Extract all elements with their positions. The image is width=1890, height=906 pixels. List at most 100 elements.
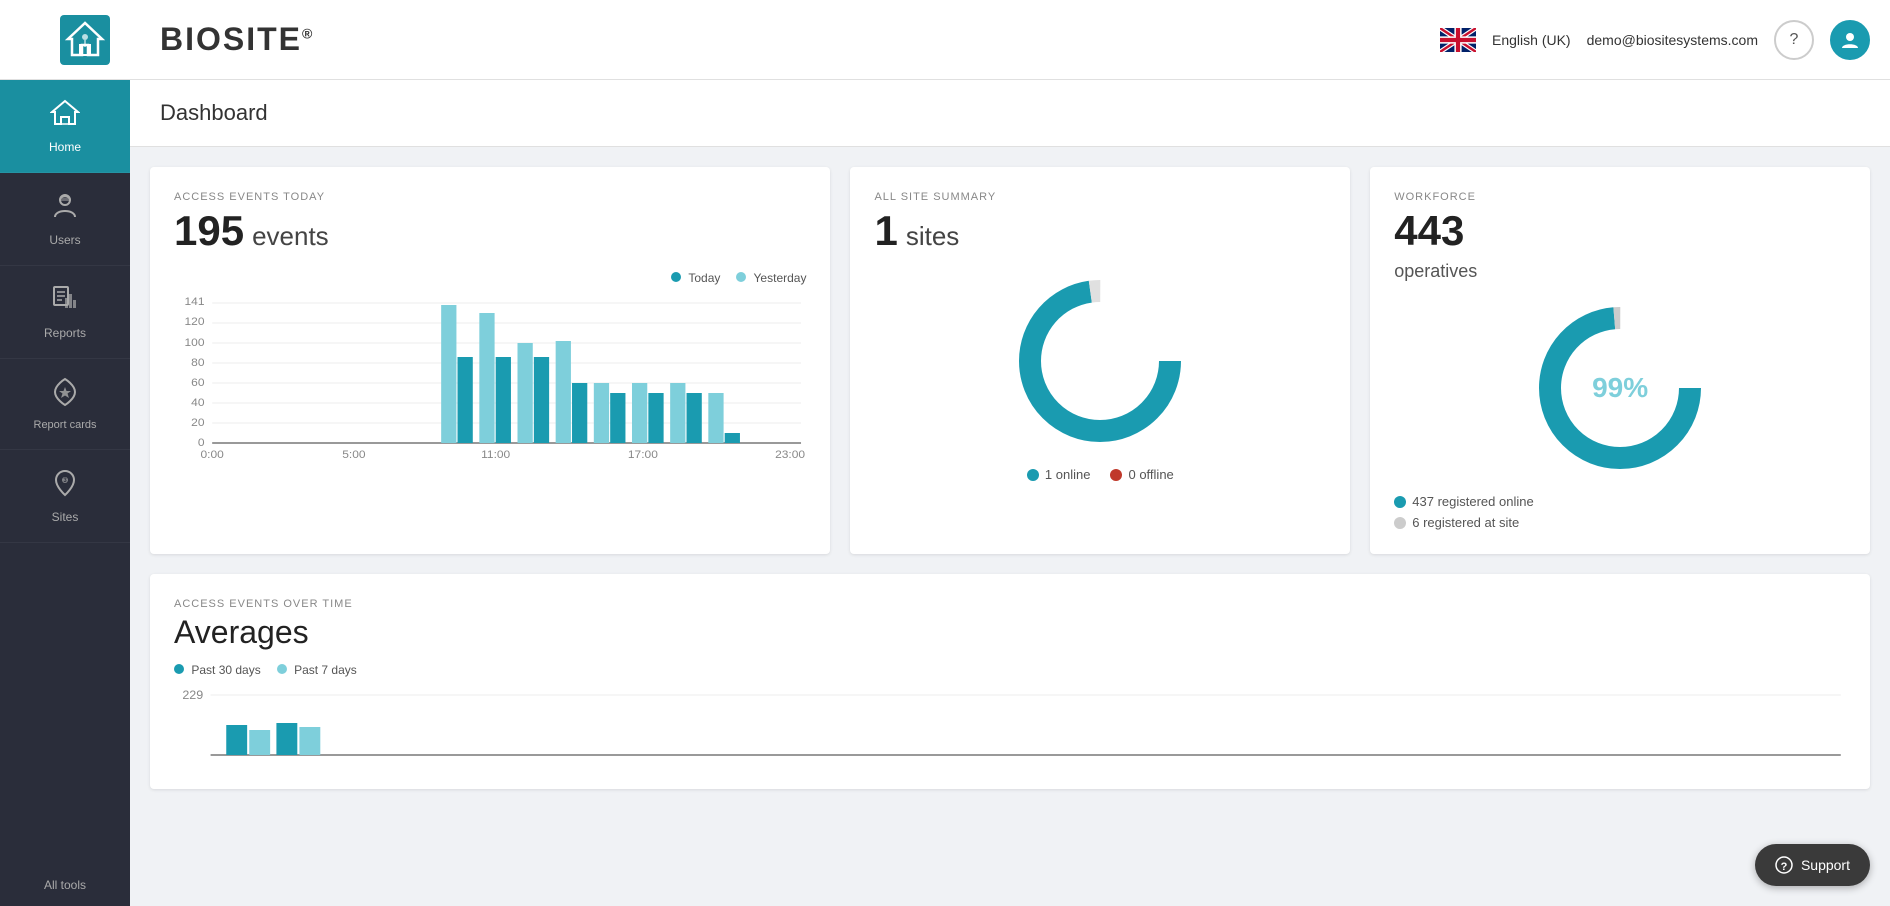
sidebar: Home Users <box>0 80 130 906</box>
all-site-summary-card: ALL SITE SUMMARY 1 sites <box>850 167 1350 554</box>
sidebar-all-tools[interactable]: All tools <box>0 864 130 906</box>
svg-text:100: 100 <box>185 337 205 348</box>
home-header-icon <box>60 15 110 65</box>
sites-offline-legend: 0 offline <box>1110 467 1173 482</box>
averages-title: Averages <box>174 614 1846 651</box>
averages-subtitle: ACCESS EVENTS OVER TIME <box>174 598 1846 610</box>
sidebar-reports-label: Reports <box>44 326 86 340</box>
registered-online-legend: 437 registered online <box>1394 494 1846 509</box>
sidebar-report-cards-label: Report cards <box>34 419 97 431</box>
workforce-donut-container: 99% 437 registered online <box>1394 298 1846 530</box>
svg-text:17:00: 17:00 <box>628 449 658 460</box>
logo: BIOSITE® <box>160 21 314 58</box>
sites-donut-svg <box>1010 271 1190 451</box>
help-button[interactable]: ? <box>1774 20 1814 60</box>
averages-card: ACCESS EVENTS OVER TIME Averages Past 30… <box>150 574 1870 789</box>
avg-legend-30: Past 30 days <box>174 663 261 677</box>
bar-chart-svg: 141 120 100 80 60 40 20 0 <box>174 293 806 463</box>
registered-at-site-text: 6 registered at site <box>1412 515 1519 530</box>
dashboard-grid: ACCESS EVENTS TODAY 195 events Today Yes… <box>130 147 1890 809</box>
svg-text:?: ? <box>1781 861 1788 873</box>
registered-online-text: 437 registered online <box>1412 494 1533 509</box>
sites-donut-container: 1 online 0 offline <box>874 271 1326 482</box>
workforce-donut: 99% <box>1530 298 1710 478</box>
sidebar-users-label: Users <box>49 233 80 247</box>
header-right: English (UK) demo@biositesystems.com ? <box>1440 20 1870 60</box>
svg-text:0: 0 <box>198 437 205 448</box>
svg-text:20: 20 <box>191 417 204 428</box>
svg-text:60: 60 <box>191 377 204 388</box>
workforce-percentage: 99% <box>1592 372 1648 404</box>
access-events-card: ACCESS EVENTS TODAY 195 events Today Yes… <box>150 167 830 554</box>
sites-donut-legend: 1 online 0 offline <box>1027 467 1174 482</box>
header: BIOSITE® English (UK) demo@biositesystem… <box>0 0 1890 80</box>
support-icon: ? <box>1775 856 1793 874</box>
registered-online-dot <box>1394 496 1406 508</box>
sidebar-item-report-cards[interactable]: Report cards <box>0 359 130 450</box>
report-cards-icon <box>50 377 80 411</box>
workforce-title: 443 <box>1394 207 1846 255</box>
workforce-count: 443 <box>1394 207 1464 255</box>
sites-online-count: 1 online <box>1045 467 1091 482</box>
sidebar-sites-label: Sites <box>52 510 79 524</box>
workforce-subtitle: WORKFORCE <box>1394 191 1846 203</box>
workforce-card: WORKFORCE 443 operatives <box>1370 167 1870 554</box>
svg-text:141: 141 <box>185 296 205 307</box>
user-email: demo@biositesystems.com <box>1587 32 1758 48</box>
sites-online-legend: 1 online <box>1027 467 1091 482</box>
cards-row-top: ACCESS EVENTS TODAY 195 events Today Yes… <box>150 167 1870 554</box>
workforce-legend: 437 registered online 6 registered at si… <box>1394 494 1846 530</box>
main-content: Dashboard ACCESS EVENTS TODAY 195 events… <box>130 80 1890 906</box>
bar-chart: 141 120 100 80 60 40 20 0 <box>174 293 806 493</box>
all-site-title: 1 sites <box>874 207 1326 255</box>
avg-legend-7: Past 7 days <box>277 663 357 677</box>
uk-flag-icon <box>1440 28 1476 52</box>
sidebar-item-users[interactable]: Users <box>0 173 130 266</box>
registered-at-site-dot <box>1394 517 1406 529</box>
access-events-subtitle: ACCESS EVENTS TODAY <box>174 191 806 203</box>
averages-chart-svg: 229 <box>174 685 1846 765</box>
sidebar-item-reports[interactable]: Reports <box>0 266 130 359</box>
svg-text:120: 120 <box>185 316 205 327</box>
users-svg-icon <box>50 191 80 221</box>
user-account-button[interactable] <box>1830 20 1870 60</box>
page-title: Dashboard <box>130 80 1890 147</box>
sites-donut <box>1010 271 1190 451</box>
home-icon <box>50 98 80 132</box>
support-label: Support <box>1801 857 1850 873</box>
chart-legend: Today Yesterday <box>174 271 806 285</box>
svg-text:5:00: 5:00 <box>342 449 365 460</box>
support-button[interactable]: ? Support <box>1755 844 1870 886</box>
svg-text:229: 229 <box>182 688 203 702</box>
legend-today: Today <box>671 271 720 285</box>
averages-chart: 229 <box>174 685 1846 765</box>
svg-text:0:00: 0:00 <box>200 449 223 460</box>
registered-at-site-legend: 6 registered at site <box>1394 515 1846 530</box>
sites-svg-icon: 3 <box>50 468 80 498</box>
avg-30-dot <box>174 664 184 674</box>
sites-count: 1 <box>874 207 897 255</box>
access-events-count: 195 <box>174 207 244 255</box>
user-icon <box>1841 31 1859 49</box>
sidebar-home-label: Home <box>49 140 81 154</box>
sites-offline-count: 0 offline <box>1128 467 1173 482</box>
workforce-label: operatives <box>1394 261 1846 282</box>
sidebar-item-sites[interactable]: 3 Sites <box>0 450 130 543</box>
all-site-subtitle: ALL SITE SUMMARY <box>874 191 1326 203</box>
offline-dot <box>1110 469 1122 481</box>
today-dot <box>671 272 681 282</box>
yesterday-dot <box>736 272 746 282</box>
svg-text:11:00: 11:00 <box>481 449 510 460</box>
home-svg-icon <box>50 98 80 128</box>
legend-yesterday: Yesterday <box>736 271 806 285</box>
averages-legend: Past 30 days Past 7 days <box>174 663 1846 677</box>
online-dot <box>1027 469 1039 481</box>
reports-svg-icon <box>50 284 80 314</box>
report-cards-svg-icon <box>50 377 80 407</box>
sidebar-item-home[interactable]: Home <box>0 80 130 173</box>
access-events-label: events <box>252 221 329 252</box>
access-events-title: 195 events <box>174 207 806 255</box>
averages-header: ACCESS EVENTS OVER TIME Averages <box>174 598 1846 651</box>
svg-text:80: 80 <box>191 357 204 368</box>
users-icon <box>50 191 80 225</box>
